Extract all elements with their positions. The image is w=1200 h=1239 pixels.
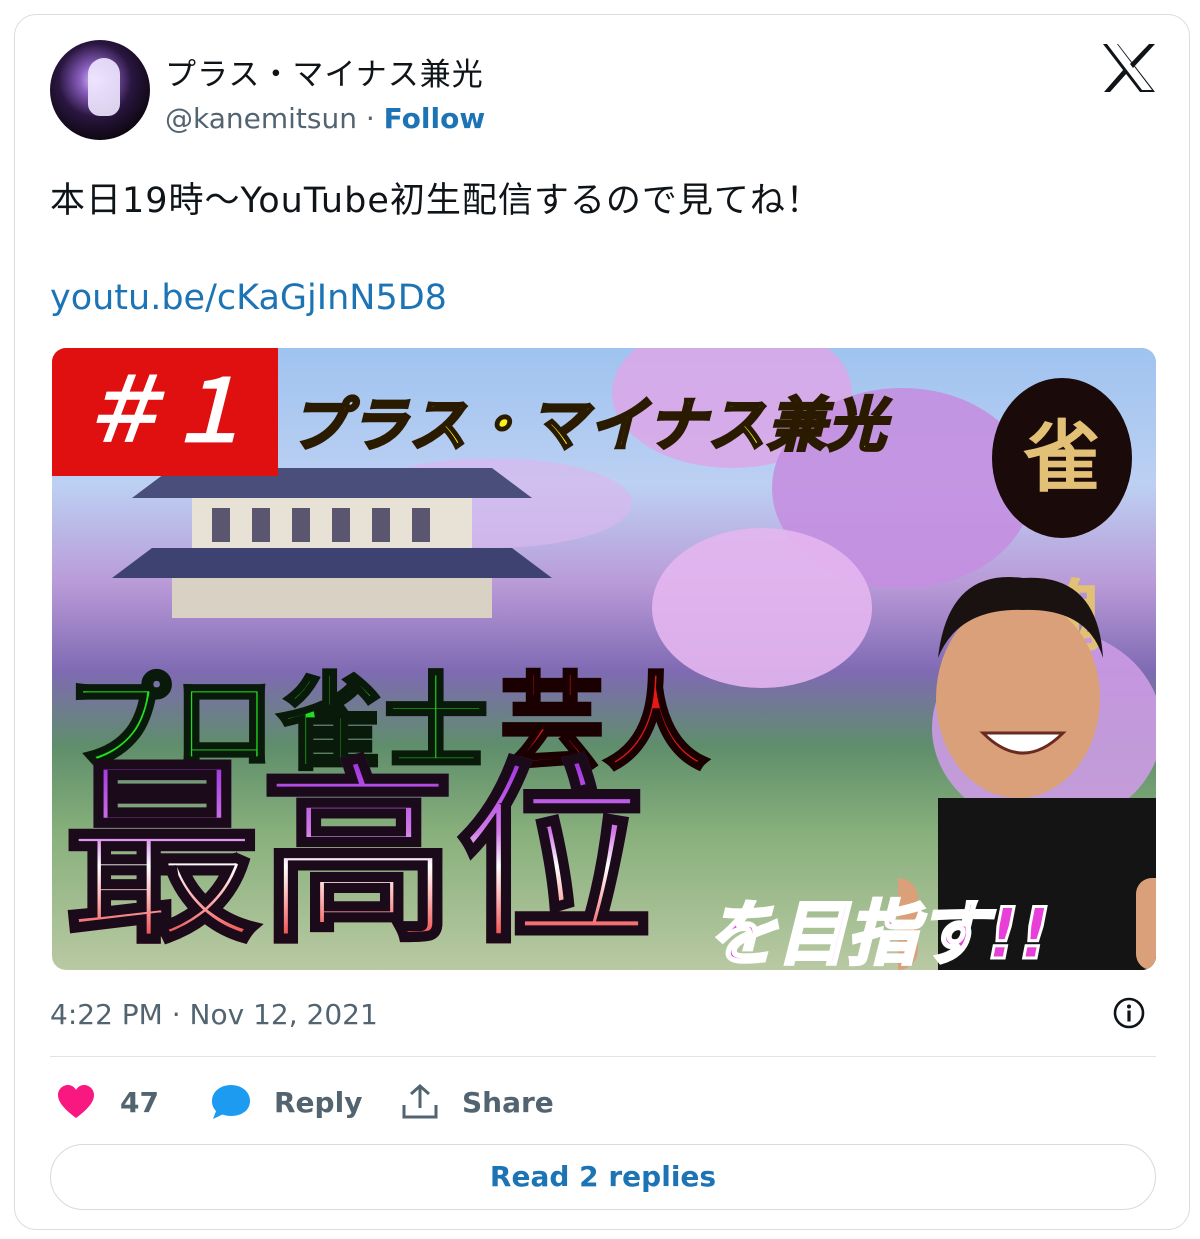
- tweet-link[interactable]: youtu.be/cKaGjInN5D8: [50, 278, 447, 318]
- like-button[interactable]: 47: [56, 1082, 159, 1122]
- episode-badge: ＃１: [52, 348, 278, 476]
- reply-bubble-icon: [212, 1085, 250, 1119]
- reply-button[interactable]: Reply: [210, 1082, 362, 1122]
- headline-big-word: 最高位: [62, 742, 654, 970]
- tweet-timestamp[interactable]: 4:22 PM · Nov 12, 2021: [50, 998, 378, 1031]
- headline-goal: を目指す!!: [706, 892, 1053, 971]
- mahjong-soul-logo: 雀魂: [992, 378, 1132, 663]
- reply-label: Reply: [274, 1085, 363, 1119]
- avatar[interactable]: [50, 40, 150, 140]
- share-button[interactable]: Share: [400, 1082, 554, 1122]
- author-handle[interactable]: @kanemitsun: [165, 102, 357, 135]
- share-icon: [402, 1083, 438, 1119]
- divider: [50, 1056, 1156, 1057]
- tweet-text: 本日19時〜YouTube初生配信するので見てね！: [50, 181, 822, 221]
- video-thumbnail[interactable]: ＃１ プラス・マイナス兼光 雀魂 プロ雀士 芸人 最高位 を目指す!!: [52, 348, 1156, 970]
- like-count: 47: [120, 1085, 159, 1119]
- read-replies-button[interactable]: Read 2 replies: [50, 1144, 1156, 1210]
- x-logo-icon[interactable]: [1100, 42, 1158, 94]
- thumbnail-name: プラス・マイナス兼光: [289, 390, 888, 461]
- author-handle-row: @kanemitsun · Follow: [165, 102, 485, 135]
- share-label: Share: [462, 1085, 554, 1119]
- handle-separator: ·: [356, 102, 384, 135]
- heart-icon: [58, 1085, 94, 1118]
- follow-button[interactable]: Follow: [384, 102, 486, 135]
- info-icon[interactable]: [1112, 996, 1146, 1030]
- author-display-name[interactable]: プラス・マイナス兼光: [165, 49, 484, 94]
